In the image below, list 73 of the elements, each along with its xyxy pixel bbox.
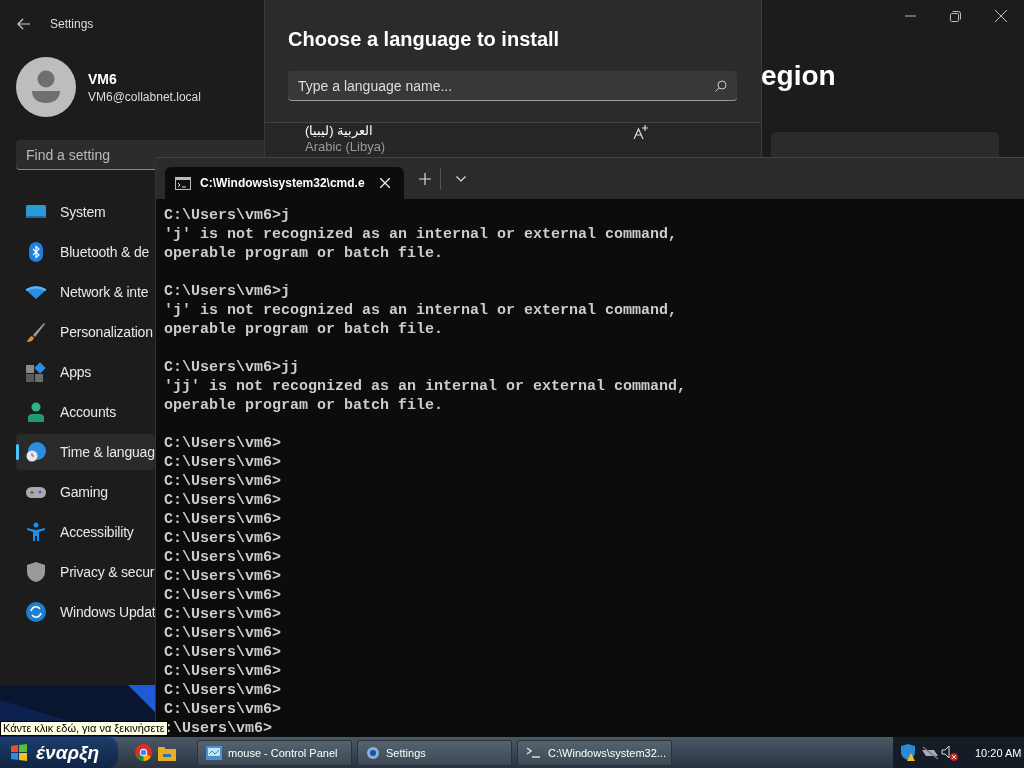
globe-clock-icon	[26, 442, 46, 462]
console-line: C:\Users\vm6>	[164, 567, 283, 586]
user-email: VM6@collabnet.local	[88, 89, 201, 104]
console-line: C:\Users\vm6>	[164, 586, 283, 605]
brush-icon	[26, 322, 46, 342]
clock: 10:20 AM	[975, 746, 1022, 759]
dialog-title: Choose a language to install	[288, 28, 561, 51]
font-add-icon	[633, 125, 648, 139]
sidebar-item[interactable]: Apps	[16, 354, 155, 390]
console-line: C:\Users\vm6>	[164, 700, 283, 719]
console-line: operable program or batch file.	[164, 320, 445, 339]
sidebar-item[interactable]: Privacy & secur	[16, 554, 155, 590]
console-line: C:\Users\vm6>	[164, 605, 283, 624]
sidebar-item[interactable]: System	[16, 194, 155, 230]
console-line: C:\Users\vm6>	[164, 681, 283, 700]
restore-icon[interactable]	[950, 10, 961, 22]
console-line: C:\Users\vm6>	[164, 624, 283, 643]
sidebar-item[interactable]: Accessibility	[16, 514, 155, 550]
console-line: C:\Users\vm6>	[164, 548, 283, 567]
sidebar-item[interactable]: Network & inte	[16, 274, 155, 310]
console-line: operable program or batch file.	[164, 396, 445, 415]
window-title: Settings	[50, 17, 94, 31]
windows-flag-icon	[10, 744, 28, 761]
chevron-down-icon[interactable]	[456, 175, 466, 182]
page-title: egion	[761, 60, 837, 92]
console-line: operable program or batch file.	[164, 244, 445, 263]
console-line: C:\Users\vm6>	[164, 662, 283, 681]
sidebar-item[interactable]: Time & languag	[16, 434, 155, 470]
sync-icon	[26, 602, 46, 622]
sidebar-item[interactable]: Personalization	[16, 314, 155, 350]
shield-icon	[26, 562, 46, 582]
console-line: C:\Users\vm6>	[164, 643, 283, 662]
console-line: C:\Users\vm6>j	[164, 282, 292, 301]
browser-icon[interactable]	[135, 744, 152, 761]
terminal-icon	[175, 176, 191, 190]
search-field[interactable]: Type a language name...	[288, 71, 737, 101]
taskbar-button[interactable]: C:\Windows\system32...	[517, 739, 672, 766]
console-line: 'jj' is not recognized as an internal or external command,	[164, 377, 688, 396]
back-arrow-icon[interactable]	[17, 18, 31, 30]
console-line: C:\Users\vm6>j	[164, 206, 292, 225]
console-line: C:\Users\vm6>	[164, 453, 283, 472]
console-line: C:\Users\vm6>	[164, 510, 283, 529]
close-icon[interactable]	[995, 10, 1007, 22]
bluetooth-icon	[26, 242, 46, 262]
tooltip: Κάντε κλικ εδώ, για να ξεκινήσετε	[0, 721, 168, 736]
start-button[interactable]: έναρξη	[0, 737, 118, 768]
user-name: VM6	[88, 70, 118, 87]
folder-icon[interactable]	[158, 744, 176, 761]
accessibility-icon	[26, 522, 46, 542]
console-line: 'j' is not recognized as an internal or external command,	[164, 301, 679, 320]
plus-icon[interactable]	[419, 172, 431, 185]
console-line: 'j' is not recognized as an internal or external command,	[164, 225, 679, 244]
terminal-tab[interactable]: C:\Windows\system32\cmd.e	[165, 167, 404, 199]
taskbar-button[interactable]: mouse - Control Panel	[197, 739, 352, 766]
gear-icon	[366, 745, 380, 760]
search-icon	[715, 80, 727, 92]
console-line: C:\Users\vm6>	[164, 491, 283, 510]
sidebar-item[interactable]: Bluetooth & de	[16, 234, 155, 270]
sidebar-item[interactable]: Windows Updat	[16, 594, 155, 630]
person-icon	[26, 402, 46, 422]
network-off-icon[interactable]	[921, 745, 939, 760]
console-line: C:\Users\vm6>jj	[164, 358, 301, 377]
avatar-icon	[16, 57, 76, 117]
console-line: C:\Users\vm6>	[164, 472, 283, 491]
sidebar-item[interactable]: Gaming	[16, 474, 155, 510]
control-panel-icon	[206, 745, 222, 760]
console-line: C:\Users\vm6>	[164, 434, 283, 453]
sidebar-item[interactable]: Accounts	[16, 394, 155, 430]
console-line: C:\Users\vm6>	[164, 529, 283, 548]
speaker-muted-icon[interactable]	[941, 744, 959, 761]
taskbar-button[interactable]: Settings	[357, 739, 512, 766]
terminal-icon	[526, 746, 542, 759]
apps-icon	[26, 362, 46, 382]
